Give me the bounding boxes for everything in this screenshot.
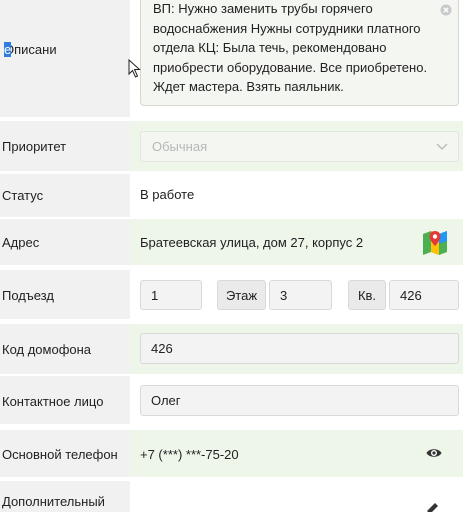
entrance-row: Подъезд 1 Этаж 3 Кв. 426 xyxy=(0,270,463,319)
priority-label: Приоритет xyxy=(2,139,67,154)
map-icon[interactable] xyxy=(422,229,448,255)
phone-value: +7 (***) ***-75-20 xyxy=(140,447,239,462)
extra-phone-label-cell: Дополнительный xyxy=(0,481,130,512)
contact-label: Контактное лицо xyxy=(2,394,104,409)
intercom-row: Код домофона 426 xyxy=(0,324,463,374)
entrance-label-cell: Подъезд xyxy=(0,270,130,319)
floor-label: Этаж xyxy=(217,280,266,310)
priority-label-cell: Приоритет xyxy=(0,121,130,171)
description-label-text: Описани xyxy=(4,42,57,57)
eye-icon[interactable] xyxy=(426,447,442,459)
status-value: В работе xyxy=(140,187,195,202)
chevron-down-icon xyxy=(436,143,448,150)
description-value-cell: ВП: Нужно заменить трубы горячего водосн… xyxy=(130,0,463,117)
phone-label-cell: Основной телефон xyxy=(0,430,130,477)
extra-phone-value-cell xyxy=(130,481,463,512)
pencil-icon[interactable] xyxy=(425,502,439,512)
intercom-value-cell: 426 xyxy=(130,324,463,374)
floor-input-value: 3 xyxy=(280,287,288,303)
entrance-label: Подъезд xyxy=(2,288,54,303)
extra-phone-label: Дополнительный xyxy=(2,494,105,509)
status-label-cell: Статус xyxy=(0,174,130,217)
address-value: Братеевская улица, дом 27, корпус 2 xyxy=(140,235,364,250)
floor-input[interactable]: 3 xyxy=(269,280,332,310)
intercom-label: Код домофона xyxy=(2,342,92,357)
priority-value-cell: Обычная xyxy=(130,121,463,171)
address-value-cell: Братеевская улица, дом 27, корпус 2 xyxy=(130,219,463,265)
contact-label-cell: Контактное лицо xyxy=(0,376,130,424)
entrance-input-value: 1 xyxy=(151,287,159,303)
mouse-pointer-icon xyxy=(128,59,141,78)
description-row: Описани е ВП: Нужно заменить трубы горяче… xyxy=(0,0,463,117)
contact-input-value: Олег xyxy=(151,393,181,408)
apartment-label-text: Кв. xyxy=(357,287,377,303)
status-value-cell: В работе xyxy=(130,174,463,217)
contact-value-cell: Олег xyxy=(130,376,463,424)
entrance-value-cell: 1 Этаж 3 Кв. 426 xyxy=(130,270,463,319)
phone-value-cell: +7 (***) ***-75-20 xyxy=(130,430,463,477)
status-label: Статус xyxy=(2,188,44,203)
extra-phone-row: Дополнительный xyxy=(0,481,463,512)
status-row: Статус В работе xyxy=(0,174,463,217)
intercom-input-value: 426 xyxy=(151,341,173,356)
address-row: Адрес Братеевская улица, дом 27, корпус … xyxy=(0,219,463,265)
phone-label: Основной телефон xyxy=(2,447,118,462)
apartment-input-value: 426 xyxy=(400,287,422,303)
description-label-cell: Описани е xyxy=(0,0,130,117)
priority-row: Приоритет Обычная xyxy=(0,121,463,171)
intercom-input[interactable]: 426 xyxy=(140,333,459,364)
floor-label-text: Этаж xyxy=(225,287,258,303)
address-label-cell: Адрес xyxy=(0,219,130,265)
address-label: Адрес xyxy=(2,235,40,250)
description-textarea[interactable]: ВП: Нужно заменить трубы горячего водосн… xyxy=(140,0,459,106)
phone-row: Основной телефон +7 (***) ***-75-20 xyxy=(0,430,463,477)
contact-input[interactable]: Олег xyxy=(140,385,459,416)
priority-select[interactable]: Обычная xyxy=(140,131,459,162)
contact-row: Контактное лицо Олег xyxy=(0,376,463,424)
entrance-input[interactable]: 1 xyxy=(140,280,202,310)
clear-icon[interactable] xyxy=(440,4,452,16)
priority-select-value: Обычная xyxy=(152,139,208,154)
text-cursor-selection: е xyxy=(4,42,12,57)
apartment-input[interactable]: 426 xyxy=(389,280,459,310)
intercom-label-cell: Код домофона xyxy=(0,324,130,374)
description-text: ВП: Нужно заменить трубы горячего водосн… xyxy=(153,1,428,94)
apartment-label: Кв. xyxy=(348,280,386,310)
